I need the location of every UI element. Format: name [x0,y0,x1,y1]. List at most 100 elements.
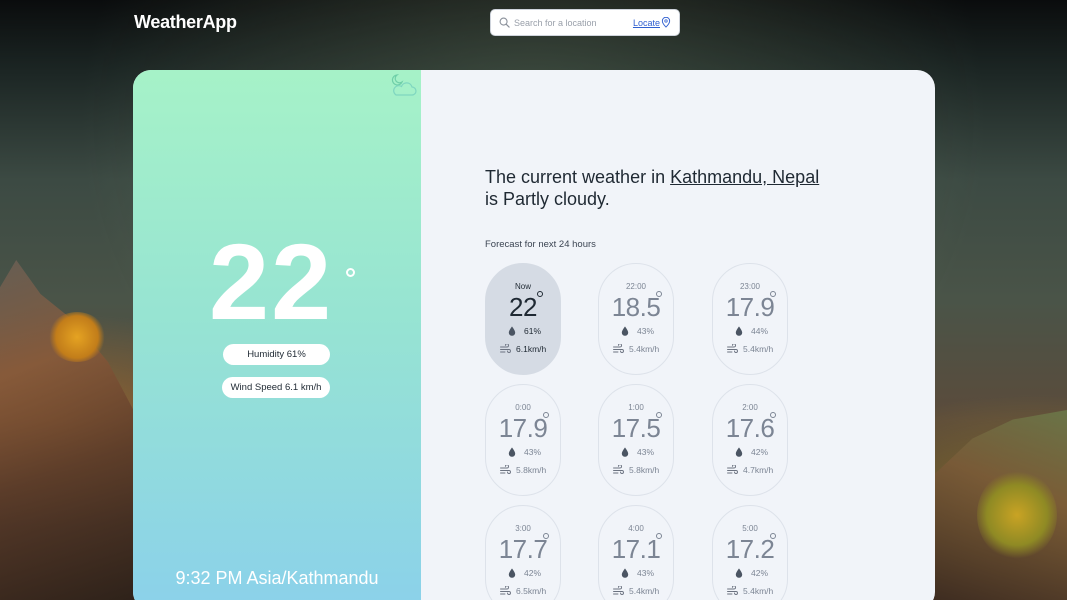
search-bar: Locate [490,9,680,36]
locate-button[interactable]: Locate [633,17,671,28]
wind-icon [727,464,738,475]
background-cliff-left [0,260,135,600]
humidity-drop-icon [508,447,516,457]
forecast-wind: 5.4km/h [727,585,774,596]
forecast-temperature: 17.9 [725,292,775,322]
forecast-humidity: 43% [621,447,654,457]
forecast-wind: 6.5km/h [500,585,547,596]
humidity-badge: Humidity 61% [223,344,330,365]
location-pin-icon [661,17,671,28]
locate-label: Locate [632,17,660,28]
forecast-wind-value: 6.1km/h [516,344,547,354]
degree-symbol [656,291,662,297]
forecast-temperature: 17.9 [498,413,548,443]
forecast-hour-card[interactable]: 4:00 17.1 43% 5.4km/h [598,505,674,600]
wind-icon [500,585,511,596]
humidity-drop-icon [735,326,743,336]
forecast-temperature: 17.2 [725,534,775,564]
forecast-humidity-value: 42% [751,447,769,457]
forecast-humidity: 61% [508,326,541,336]
forecast-hour-card[interactable]: 5:00 17.2 42% 5.4km/h [712,505,788,600]
weather-headline: The current weather in Kathmandu, Nepal … [485,166,865,210]
degree-symbol [770,291,776,297]
forecast-time: 0:00 [515,403,531,412]
wind-icon [613,585,624,596]
forecast-time: 22:00 [625,282,647,291]
forecast-wind-value: 5.4km/h [743,344,774,354]
forecast-hour-card[interactable]: 0:00 17.9 43% 5.8km/h [485,384,561,496]
background-tree-right [977,470,1057,560]
forecast-humidity-value: 44% [751,326,769,336]
humidity-drop-icon [621,326,629,336]
forecast-humidity-value: 43% [524,447,542,457]
wind-icon [613,343,624,354]
background-tree-left [48,312,106,362]
forecast-hour-card[interactable]: Now 22 61% 6.1km/h [485,263,561,375]
degree-symbol [537,291,543,297]
search-input[interactable] [514,17,633,28]
degree-symbol [770,533,776,539]
forecast-time: 4:00 [628,524,644,533]
forecast-wind-value: 5.8km/h [516,465,547,475]
humidity-drop-icon [735,568,743,578]
weather-card: 22 Humidity 61% Wind Speed 6.1 km/h 9:32… [133,70,935,600]
humidity-drop-icon [621,447,629,457]
current-temperature: 22 [209,221,334,342]
forecast-humidity: 43% [621,568,654,578]
forecast-humidity: 43% [508,447,541,457]
forecast-wind-value: 5.4km/h [743,586,774,596]
forecast-time: 5:00 [742,524,758,533]
degree-symbol [543,533,549,539]
app-logo[interactable]: WeatherApp [134,12,237,33]
forecast-wind: 5.8km/h [500,464,547,475]
forecast-time: Now [514,282,531,291]
humidity-drop-icon [621,568,629,578]
forecast-wind: 5.4km/h [727,343,774,354]
humidity-drop-icon [508,568,516,578]
humidity-drop-icon [735,447,743,457]
forecast-hour-card[interactable]: 23:00 17.9 44% 5.4km/h [712,263,788,375]
local-time: 9:32 PM Asia/Kathmandu [175,568,379,588]
degree-symbol [543,412,549,418]
forecast-humidity: 42% [735,568,768,578]
degree-symbol [346,268,355,277]
current-weather-panel: 22 Humidity 61% Wind Speed 6.1 km/h 9:32… [133,70,421,600]
forecast-heading: Forecast for next 24 hours [485,239,596,250]
forecast-wind: 5.4km/h [613,585,659,596]
forecast-wind-value: 5.4km/h [629,344,660,354]
forecast-temperature: 17.5 [611,413,661,443]
wind-icon [500,343,511,354]
forecast-temperature: 17.6 [725,413,775,443]
forecast-wind: 5.4km/h [613,343,660,354]
forecast-hour-card[interactable]: 1:00 17.5 43% 5.8km/h [598,384,674,496]
forecast-humidity-value: 43% [637,326,655,336]
forecast-humidity: 42% [735,447,768,457]
forecast-humidity-value: 43% [637,447,655,457]
forecast-humidity-value: 43% [637,568,655,578]
forecast-wind: 5.8km/h [613,464,659,475]
forecast-humidity: 42% [508,568,541,578]
moon-cloud-icon [391,74,417,96]
forecast-hour-card[interactable]: 3:00 17.7 42% 6.5km/h [485,505,561,600]
forecast-time: 23:00 [739,282,761,291]
wind-icon [500,464,511,475]
forecast-hour-card[interactable]: 2:00 17.6 42% 4.7km/h [712,384,788,496]
location-link[interactable]: Kathmandu, Nepal [670,167,819,187]
forecast-humidity: 44% [735,326,768,336]
forecast-temperature: 17.7 [498,534,548,564]
forecast-wind: 4.7km/h [727,464,774,475]
wind-speed-badge: Wind Speed 6.1 km/h [222,377,330,398]
wind-icon [727,343,738,354]
search-icon [499,17,510,28]
forecast-wind-value: 6.5km/h [516,586,547,596]
degree-symbol [656,533,662,539]
forecast-wind-value: 4.7km/h [743,465,774,475]
forecast-time: 2:00 [742,403,758,412]
forecast-time: 3:00 [515,524,531,533]
forecast-humidity-value: 42% [751,568,769,578]
wind-icon [613,464,624,475]
forecast-hour-card[interactable]: 22:00 18.5 43% 5.4km/h [598,263,674,375]
forecast-time: 1:00 [628,403,644,412]
headline-prefix: The current weather in [485,167,666,187]
forecast-humidity: 43% [621,326,654,336]
